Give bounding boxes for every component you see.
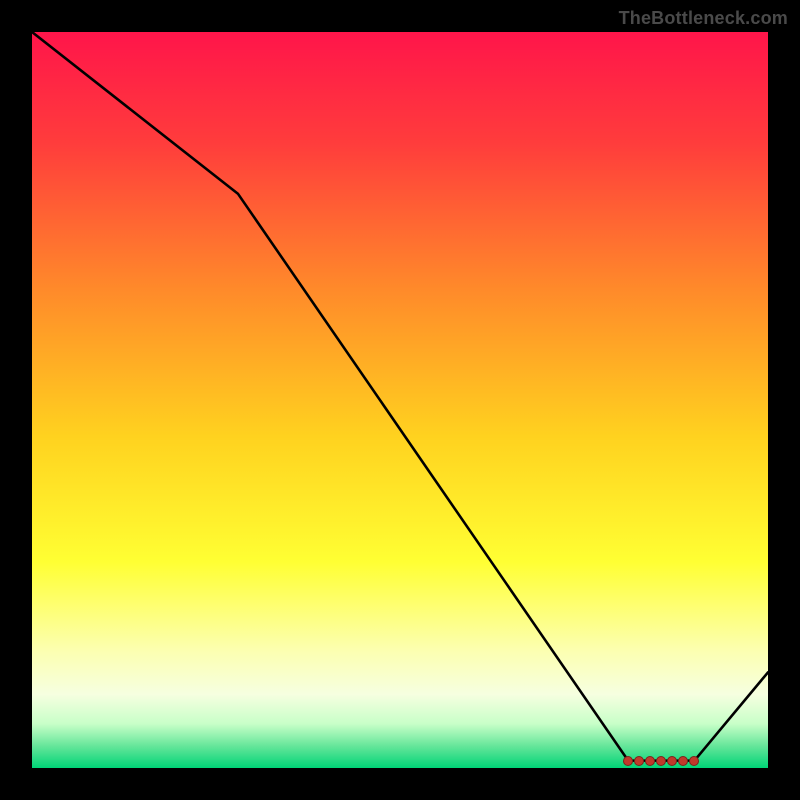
min-marker	[623, 756, 633, 766]
min-marker	[678, 756, 688, 766]
min-marker	[667, 756, 677, 766]
min-marker	[634, 756, 644, 766]
min-marker	[656, 756, 666, 766]
min-marker	[689, 756, 699, 766]
min-marker	[645, 756, 655, 766]
gradient-background	[32, 32, 768, 768]
watermark-text: TheBottleneck.com	[619, 8, 788, 29]
chart-canvas: TheBottleneck.com	[0, 0, 800, 800]
plot-area	[32, 32, 768, 768]
